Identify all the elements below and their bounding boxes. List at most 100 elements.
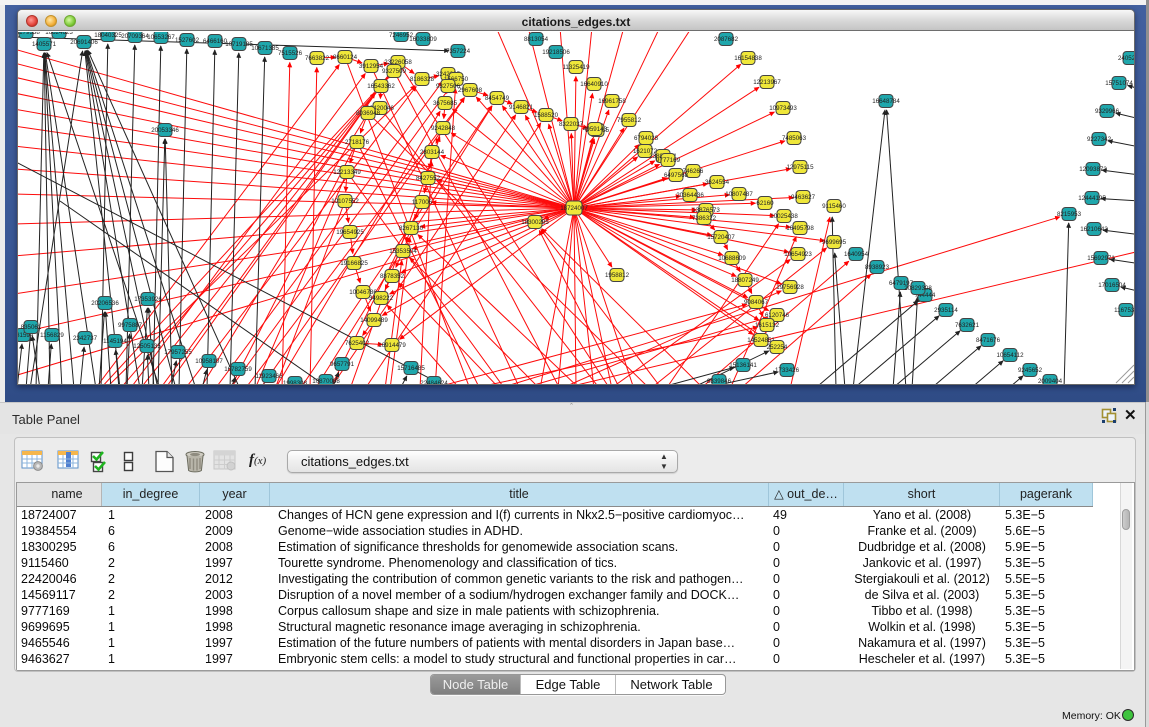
svg-text:12213967: 12213967 [753,79,781,86]
svg-text:19654923: 19654923 [784,251,812,258]
svg-text:9245652: 9245652 [1018,367,1043,374]
svg-text:16543362: 16543362 [367,83,395,90]
svg-text:9115460: 9115460 [822,203,846,210]
svg-text:9777169: 9777169 [656,157,681,164]
svg-text:6466160: 6466160 [203,38,228,45]
svg-text:10688609: 10688609 [718,255,746,262]
svg-text:7386322: 7386322 [692,215,717,222]
svg-text:252254: 252254 [767,344,788,351]
svg-text:16033809: 16033809 [409,36,437,43]
svg-text:4959143: 4959143 [583,126,608,133]
svg-text:2342737: 2342737 [73,335,98,342]
svg-text:15136141: 15136141 [729,362,757,369]
svg-text:17957255: 17957255 [164,349,192,356]
svg-text:8938923: 8938923 [865,264,890,271]
svg-text:16640910: 16640910 [580,81,608,88]
svg-text:2009404: 2009404 [1038,378,1063,384]
svg-text:12093873: 12093873 [1079,166,1107,173]
svg-text:19218506: 19218506 [542,49,570,56]
svg-text:9227342: 9227342 [1087,136,1112,143]
svg-text:7625402: 7625402 [345,340,370,347]
svg-text:6497568: 6497568 [664,172,689,179]
svg-text:16624623: 16624623 [45,32,73,36]
svg-text:16495798: 16495798 [786,225,814,232]
svg-text:15716485: 15716485 [397,365,425,372]
svg-text:3675685: 3675685 [433,100,458,107]
svg-text:8186328: 8186328 [410,76,435,83]
svg-text:8215953: 8215953 [1057,211,1082,218]
svg-text:7485063: 7485063 [782,135,807,142]
svg-text:12975115: 12975115 [786,164,814,171]
svg-text:8839846: 8839846 [707,378,732,384]
svg-text:16179338: 16179338 [18,32,40,36]
svg-text:62160: 62160 [756,200,774,207]
svg-text:10654112: 10654112 [996,352,1024,359]
svg-text:2718176: 2718176 [345,139,370,146]
svg-text:9146821: 9146821 [509,104,534,111]
svg-text:8878352: 8878352 [380,273,405,280]
svg-text:18040325: 18040325 [94,32,122,39]
svg-text:16914479: 16914479 [378,342,406,349]
svg-text:1405571: 1405571 [32,41,57,48]
svg-text:8427552: 8427552 [416,175,441,182]
svg-text:18724007: 18724007 [560,205,588,212]
svg-text:17016504: 17016504 [1098,282,1126,289]
svg-text:20691406: 20691406 [70,39,98,46]
svg-text:10653267: 10653267 [147,34,175,41]
svg-text:8471676: 8471676 [976,337,1001,344]
svg-text:16210643: 16210643 [1080,226,1108,233]
svg-text:2087682: 2087682 [714,36,739,43]
svg-text:10025438: 10025438 [770,213,798,220]
svg-text:7515526: 7515526 [278,50,303,57]
svg-text:10958107: 10958107 [195,358,223,365]
svg-text:15751074: 15751074 [1105,80,1133,87]
svg-text:2935114: 2935114 [934,307,958,314]
svg-text:1733426: 1733426 [775,367,800,374]
svg-text:15692971: 15692971 [1087,255,1115,262]
svg-text:19654925: 19654925 [336,229,364,236]
svg-text:2803144: 2803144 [420,149,445,156]
svg-text:19166825: 19166825 [340,260,368,267]
svg-text:2405270: 2405270 [1118,55,1134,62]
svg-text:11325419: 11325419 [562,64,590,71]
svg-text:10973493: 10973493 [769,105,797,112]
svg-text:18300295: 18300295 [521,219,549,226]
svg-text:7663822: 7663822 [305,55,330,62]
svg-text:1958812: 1958812 [605,272,630,279]
svg-text:10719185: 10719185 [225,41,253,48]
svg-text:8267130: 8267130 [399,225,424,232]
svg-text:12444195: 12444195 [1078,195,1106,202]
svg-text:14099489: 14099489 [360,317,388,324]
svg-text:3912954: 3912954 [359,63,384,70]
svg-text:1167533: 1167533 [1114,307,1134,314]
svg-text:19756928: 19756928 [776,284,804,291]
svg-text:20709364: 20709364 [121,33,149,40]
svg-text:18807249: 18807249 [731,277,759,284]
svg-text:20206536: 20206536 [91,300,119,307]
svg-text:6794028: 6794028 [634,135,659,142]
svg-text:16154838: 16154838 [734,55,762,62]
svg-text:10807487: 10807487 [725,191,753,198]
svg-text:1527602: 1527602 [175,37,200,44]
svg-text:7632621: 7632621 [955,322,980,329]
svg-text:8322037: 8322037 [559,121,584,128]
svg-text:11923466: 11923466 [255,373,283,380]
svg-text:16961758: 16961758 [598,98,626,105]
svg-text:20829308: 20829308 [904,285,932,292]
svg-text:12213349: 12213349 [333,169,361,176]
svg-text:1588520: 1588520 [534,112,559,119]
svg-text:9657791: 9657791 [330,361,355,368]
svg-text:17353926: 17353926 [134,296,162,303]
svg-text:15353504: 15353504 [389,248,417,255]
svg-text:9327509: 9327509 [382,68,407,75]
svg-text:9084067: 9084067 [744,299,769,306]
svg-text:12505135: 12505135 [133,343,161,350]
svg-text:10671385: 10671385 [251,45,279,52]
svg-text:3624554: 3624554 [705,179,730,186]
svg-text:6120746: 6120746 [765,312,790,319]
svg-text:8036948: 8036948 [356,110,381,117]
svg-text:835061: 835061 [21,324,42,331]
svg-text:10870088: 10870088 [312,378,340,384]
svg-text:7955812: 7955812 [617,117,642,124]
svg-text:3498222: 3498222 [369,295,394,302]
